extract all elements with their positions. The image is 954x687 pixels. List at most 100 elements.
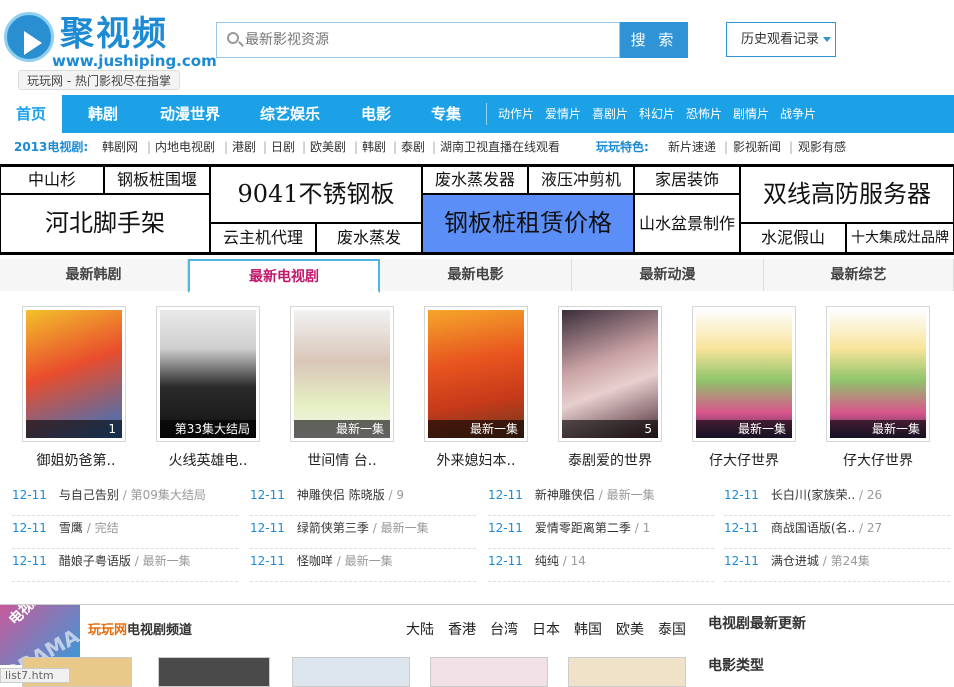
list-title[interactable]: 新神雕侠侣 [535, 488, 595, 502]
poster-card[interactable]: 第33集大结局 [156, 306, 260, 442]
list-title[interactable]: 雪鹰 [59, 521, 83, 535]
nav-sub-comedy[interactable]: 喜剧片 [592, 95, 628, 133]
ad-link[interactable]: 中山杉 [0, 166, 104, 194]
list-title[interactable]: 绿箭侠第三季 [297, 521, 369, 535]
list-item[interactable]: 12-11 神雕侠侣 陈晓版 / 9 [250, 483, 476, 516]
poster-badge: 最新一集 [696, 420, 792, 438]
ad-link[interactable]: 水泥假山 [740, 223, 846, 253]
list-item[interactable]: 12-11 新神雕侠侣 / 最新一集 [488, 483, 714, 516]
list-status: / 完结 [86, 521, 119, 535]
list-item[interactable]: 12-11 醋娘子粤语版 / 最新一集 [12, 549, 238, 582]
list-title[interactable]: 神雕侠侣 陈晓版 [297, 488, 385, 502]
list-title[interactable]: 纯纯 [535, 554, 559, 568]
subnav-link[interactable]: 港剧 [232, 133, 256, 161]
subnav-link[interactable]: 观影有感 [798, 133, 846, 161]
ad-link[interactable]: 钢板桩租赁价格 [422, 194, 634, 253]
nav-item-home[interactable]: 首页 [0, 95, 62, 133]
ad-link[interactable]: 钢板桩围堰 [104, 166, 210, 194]
subnav-link[interactable]: 韩剧 [362, 133, 386, 161]
poster-card[interactable]: 最新一集 [826, 306, 930, 442]
tab-latest-anime[interactable]: 最新动漫 [572, 259, 764, 291]
region-link[interactable]: 欧美 [616, 619, 644, 639]
history-button[interactable]: 历史观看记录 [726, 22, 836, 57]
ad-link[interactable]: 废水蒸发器 [422, 166, 528, 194]
tab-latest-variety[interactable]: 最新综艺 [764, 259, 954, 291]
poster-title[interactable]: 仔大仔世界 [818, 450, 938, 470]
nav-sub-scifi[interactable]: 科幻片 [639, 95, 675, 133]
list-date: 12-11 [12, 521, 47, 535]
poster-card[interactable]: 1 [22, 306, 126, 442]
subnav-link[interactable]: 泰剧 [401, 133, 425, 161]
region-link[interactable]: 香港 [448, 619, 476, 639]
ad-link[interactable]: 山水盆景制作 [634, 194, 740, 253]
nav-item-special[interactable]: 专集 [420, 95, 472, 133]
nav-item-movie[interactable]: 电影 [350, 95, 402, 133]
list-item[interactable]: 12-11 怪咖咩 / 最新一集 [250, 549, 476, 582]
nav-item-korean-drama[interactable]: 韩剧 [72, 95, 134, 133]
list-date: 12-11 [250, 521, 285, 535]
nav-sub-romance[interactable]: 爱情片 [545, 95, 581, 133]
region-link[interactable]: 台湾 [490, 619, 518, 639]
list-item[interactable]: 12-11 纯纯 / 14 [488, 549, 714, 582]
ad-link[interactable]: 9041不锈钢板 [210, 166, 422, 223]
tab-latest-korean[interactable]: 最新韩剧 [0, 259, 188, 291]
poster-title[interactable]: 仔大仔世界 [684, 450, 804, 470]
list-item[interactable]: 12-11 雪鹰 / 完结 [12, 516, 238, 549]
list-title[interactable]: 商战国语版(名.. [771, 521, 855, 535]
subnav-link[interactable]: 欧美剧 [310, 133, 346, 161]
list-title[interactable]: 怪咖咩 [297, 554, 333, 568]
ad-link[interactable]: 河北脚手架 [0, 194, 210, 253]
nav-sub-action[interactable]: 动作片 [498, 95, 534, 133]
poster-card[interactable]: 最新一集 [290, 306, 394, 442]
subnav-link[interactable]: 韩剧网 [102, 133, 138, 161]
ad-link[interactable]: 液压冲剪机 [528, 166, 634, 194]
subnav-link[interactable]: 湖南卫视直播在线观看 [440, 133, 560, 161]
subnav-link[interactable]: 新片速递 [668, 133, 716, 161]
list-item[interactable]: 12-11 与自己告别 / 第09集大结局 [12, 483, 238, 516]
search-input[interactable] [245, 23, 615, 57]
ad-link[interactable]: 家居装饰 [634, 166, 740, 194]
region-link[interactable]: 泰国 [658, 619, 686, 639]
poster-title[interactable]: 火线英雄电.. [148, 450, 268, 470]
poster-title[interactable]: 外来媳妇本.. [416, 450, 536, 470]
nav-sub-horror[interactable]: 恐怖片 [686, 95, 722, 133]
search-button[interactable]: 搜 索 [620, 22, 688, 58]
list-item[interactable]: 12-11 长白川(家族荣.. / 26 [724, 483, 950, 516]
ad-link[interactable]: 双线高防服务器 [740, 166, 954, 223]
ad-link[interactable]: 云主机代理 [210, 223, 316, 253]
ad-link[interactable]: 十大集成灶品牌 [846, 223, 954, 253]
nav-sub-drama[interactable]: 剧情片 [733, 95, 769, 133]
list-title[interactable]: 长白川(家族荣.. [771, 488, 855, 502]
subnav-link[interactable]: 影视新闻 [733, 133, 781, 161]
list-item[interactable]: 12-11 绿箭侠第三季 / 最新一集 [250, 516, 476, 549]
list-title[interactable]: 与自己告别 [59, 488, 119, 502]
header: 聚视频 www.jushiping.com 玩玩网 - 热门影视尽在指掌 搜 索… [0, 0, 954, 95]
subnav-separator: | [432, 140, 437, 154]
region-link[interactable]: 韩国 [574, 619, 602, 639]
list-item[interactable]: 12-11 爱情零距离第二季 / 1 [488, 516, 714, 549]
poster-title[interactable]: 御姐奶爸第.. [16, 450, 136, 470]
nav-sub-war[interactable]: 战争片 [780, 95, 816, 133]
poster-title[interactable]: 世间情 台.. [282, 450, 402, 470]
tab-latest-tv[interactable]: 最新电视剧 [188, 259, 380, 293]
list-item[interactable]: 12-11 商战国语版(名.. / 27 [724, 516, 950, 549]
region-link[interactable]: 大陆 [406, 619, 434, 639]
nav-item-anime[interactable]: 动漫世界 [148, 95, 232, 133]
list-date: 12-11 [724, 554, 759, 568]
poster-card[interactable]: 最新一集 [692, 306, 796, 442]
list-title[interactable]: 醋娘子粤语版 [59, 554, 131, 568]
region-link[interactable]: 日本 [532, 619, 560, 639]
tab-latest-movie[interactable]: 最新电影 [380, 259, 572, 291]
subnav-separator: | [789, 140, 794, 154]
list-item[interactable]: 12-11 满仓进城 / 第24集 [724, 549, 950, 582]
site-logo[interactable]: 聚视频 www.jushiping.com [4, 6, 217, 70]
subnav-link[interactable]: 日剧 [271, 133, 295, 161]
ad-link[interactable]: 废水蒸发 [316, 223, 422, 253]
list-title[interactable]: 爱情零距离第二季 [535, 521, 631, 535]
nav-item-variety[interactable]: 综艺娱乐 [248, 95, 332, 133]
list-title[interactable]: 满仓进城 [771, 554, 819, 568]
subnav-link[interactable]: 内地电视剧 [155, 133, 215, 161]
poster-card[interactable]: 5 [558, 306, 662, 442]
poster-card[interactable]: 最新一集 [424, 306, 528, 442]
poster-title[interactable]: 泰剧爱的世界 [550, 450, 670, 470]
